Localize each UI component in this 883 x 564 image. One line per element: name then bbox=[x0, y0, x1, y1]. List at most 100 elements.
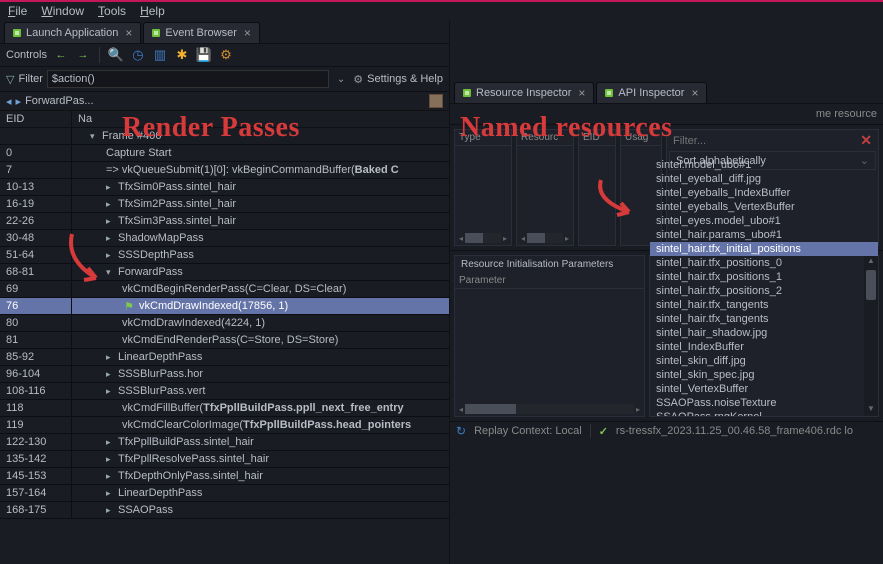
filter-input[interactable] bbox=[47, 70, 329, 88]
chevron-down-icon[interactable]: ⌄ bbox=[333, 74, 349, 85]
event-row[interactable]: 81vkCmdEndRenderPass(C=Store, DS=Store) bbox=[0, 332, 449, 349]
event-row[interactable]: 157-164LinearDepthPass bbox=[0, 485, 449, 502]
resource-item[interactable]: sintel_eyeball_diff.jpg bbox=[650, 172, 878, 186]
close-icon[interactable]: × bbox=[125, 26, 132, 40]
resource-item[interactable]: sintel_eyes.model_ubo#1 bbox=[650, 214, 878, 228]
tab-launch-application[interactable]: Launch Application × bbox=[4, 22, 141, 43]
menu-tools[interactable]: Tools bbox=[98, 4, 126, 18]
expand-icon[interactable] bbox=[106, 369, 116, 380]
expand-icon[interactable] bbox=[106, 505, 116, 516]
edit-icon[interactable] bbox=[429, 94, 443, 108]
event-row[interactable]: 118vkCmdFillBuffer( TfxPpllBuildPass.ppl… bbox=[0, 400, 449, 417]
event-row[interactable]: 10-13TfxSim0Pass.sintel_hair bbox=[0, 179, 449, 196]
resource-item[interactable]: sintel_hair.tfx_initial_positions bbox=[650, 242, 878, 256]
expand-icon[interactable] bbox=[90, 131, 100, 142]
expand-icon[interactable] bbox=[106, 233, 116, 244]
event-row[interactable]: 30-48ShadowMapPass bbox=[0, 230, 449, 247]
scroll-down-icon[interactable]: ▼ bbox=[864, 404, 878, 416]
close-icon[interactable]: × bbox=[578, 86, 585, 100]
event-row[interactable]: 122-130TfxPpllBuildPass.sintel_hair bbox=[0, 434, 449, 451]
tab-api-inspector[interactable]: API Inspector × bbox=[596, 82, 707, 103]
chart-icon[interactable]: ▥ bbox=[152, 47, 168, 63]
menu-window[interactable]: Window bbox=[41, 4, 84, 18]
breadcrumb-text[interactable]: ForwardPas... bbox=[25, 95, 93, 107]
resource-item[interactable]: sintel_VertexBuffer bbox=[650, 382, 878, 396]
event-row[interactable]: 16-19TfxSim2Pass.sintel_hair bbox=[0, 196, 449, 213]
col-eid[interactable]: EID bbox=[0, 111, 72, 127]
extensions-icon[interactable]: ⚙ bbox=[218, 47, 234, 63]
event-row[interactable]: 69vkCmdBeginRenderPass(C=Clear, DS=Clear… bbox=[0, 281, 449, 298]
resource-item[interactable]: sintel_hair.tfx_tangents bbox=[650, 312, 878, 326]
expand-icon[interactable] bbox=[106, 182, 116, 193]
col-parameter[interactable]: Parameter bbox=[455, 273, 644, 289]
resource-item[interactable]: sintel_eyeballs_IndexBuffer bbox=[650, 186, 878, 200]
expand-icon[interactable] bbox=[106, 454, 116, 465]
expand-icon[interactable] bbox=[106, 199, 116, 210]
event-row[interactable]: Frame #406 bbox=[0, 128, 449, 145]
expand-icon[interactable] bbox=[106, 437, 116, 448]
clock-icon[interactable]: ◷ bbox=[130, 47, 146, 63]
expand-icon[interactable] bbox=[106, 250, 116, 261]
menu-help[interactable]: Help bbox=[140, 4, 165, 18]
resource-item[interactable]: sintel_eyeballs_VertexBuffer bbox=[650, 200, 878, 214]
expand-icon[interactable] bbox=[106, 488, 116, 499]
bookmark-icon[interactable]: ✱ bbox=[174, 47, 190, 63]
scrollbar[interactable]: ▲ ▼ bbox=[864, 256, 878, 416]
close-icon[interactable]: × bbox=[691, 86, 698, 100]
col-resource[interactable]: Resourc bbox=[517, 130, 573, 146]
event-row[interactable]: 145-153TfxDepthOnlyPass.sintel_hair bbox=[0, 468, 449, 485]
col-usage[interactable]: Usag bbox=[621, 130, 661, 146]
event-row[interactable]: 96-104SSSBlurPass.hor bbox=[0, 366, 449, 383]
event-tree[interactable]: Frame #4060Capture Start7=> vkQueueSubmi… bbox=[0, 128, 449, 564]
menu-file[interactable]: File bbox=[8, 4, 27, 18]
next-event-icon[interactable]: → bbox=[75, 47, 91, 63]
resource-item[interactable]: sintel_skin_spec.jpg bbox=[650, 368, 878, 382]
resource-item[interactable]: sintel_hair.tfx_positions_1 bbox=[650, 270, 878, 284]
event-row[interactable]: 80vkCmdDrawIndexed(4224, 1) bbox=[0, 315, 449, 332]
event-row[interactable]: 22-26TfxSim3Pass.sintel_hair bbox=[0, 213, 449, 230]
col-name[interactable]: Na bbox=[72, 111, 449, 127]
resource-item[interactable]: sintel_hair.tfx_positions_0 bbox=[650, 256, 878, 270]
tab-resource-inspector[interactable]: Resource Inspector × bbox=[454, 82, 594, 103]
event-row[interactable]: 108-116SSSBlurPass.vert bbox=[0, 383, 449, 400]
event-row[interactable]: 7=> vkQueueSubmit(1)[0]: vkBeginCommandB… bbox=[0, 162, 449, 179]
resource-item[interactable]: sintel_hair.tfx_positions_2 bbox=[650, 284, 878, 298]
resource-item[interactable]: sintel_IndexBuffer bbox=[650, 340, 878, 354]
event-row[interactable]: 51-64SSSDepthPass bbox=[0, 247, 449, 264]
expand-icon[interactable] bbox=[106, 352, 116, 363]
breadcrumb-left-icon[interactable]: ◂ bbox=[6, 95, 12, 108]
resource-item[interactable]: SSAOPass.rngKernel bbox=[650, 410, 878, 416]
expand-icon[interactable] bbox=[106, 471, 116, 482]
prev-event-icon[interactable]: ← bbox=[53, 47, 69, 63]
breadcrumb-right-icon[interactable]: ▸ bbox=[16, 95, 22, 108]
resource-item[interactable]: sintel_skin_diff.jpg bbox=[650, 354, 878, 368]
resource-item[interactable]: SSAOPass.noiseTexture bbox=[650, 396, 878, 410]
scroll-up-icon[interactable]: ▲ bbox=[864, 256, 878, 268]
close-icon[interactable]: × bbox=[244, 26, 251, 40]
event-row[interactable]: 135-142TfxPpllResolvePass.sintel_hair bbox=[0, 451, 449, 468]
settings-help-button[interactable]: ⚙ Settings & Help bbox=[353, 73, 443, 86]
find-icon[interactable]: 🔍 bbox=[108, 47, 124, 63]
col-eid[interactable]: EID bbox=[579, 130, 615, 146]
save-icon[interactable]: 💾 bbox=[196, 47, 212, 63]
event-row[interactable]: 168-175SSAOPass bbox=[0, 502, 449, 519]
event-row[interactable]: 76⚑vkCmdDrawIndexed(17856, 1) bbox=[0, 298, 449, 315]
event-row[interactable]: 0Capture Start bbox=[0, 145, 449, 162]
event-row[interactable]: 68-81ForwardPass bbox=[0, 264, 449, 281]
sync-icon[interactable]: ↻ bbox=[456, 424, 466, 438]
resource-item[interactable]: sintel.model_ubo#1 bbox=[650, 158, 878, 172]
resource-item[interactable]: sintel_hair.params_ubo#1 bbox=[650, 228, 878, 242]
scroll-thumb[interactable] bbox=[866, 270, 876, 300]
resource-item[interactable]: sintel_hair_shadow.jpg bbox=[650, 326, 878, 340]
tab-event-browser[interactable]: Event Browser × bbox=[143, 22, 260, 43]
col-type[interactable]: Type bbox=[455, 130, 511, 146]
resource-item[interactable]: sintel_hair.tfx_tangents bbox=[650, 298, 878, 312]
clear-filter-icon[interactable]: ✕ bbox=[860, 132, 872, 149]
resource-list[interactable]: sintel.model_ubo#1sintel_eyeball_diff.jp… bbox=[650, 158, 878, 416]
expand-icon[interactable] bbox=[106, 386, 116, 397]
event-row[interactable]: 85-92LinearDepthPass bbox=[0, 349, 449, 366]
expand-icon[interactable] bbox=[106, 267, 116, 278]
resource-filter-input[interactable] bbox=[673, 135, 854, 147]
event-row[interactable]: 119vkCmdClearColorImage( TfxPpllBuildPas… bbox=[0, 417, 449, 434]
expand-icon[interactable] bbox=[106, 216, 116, 227]
